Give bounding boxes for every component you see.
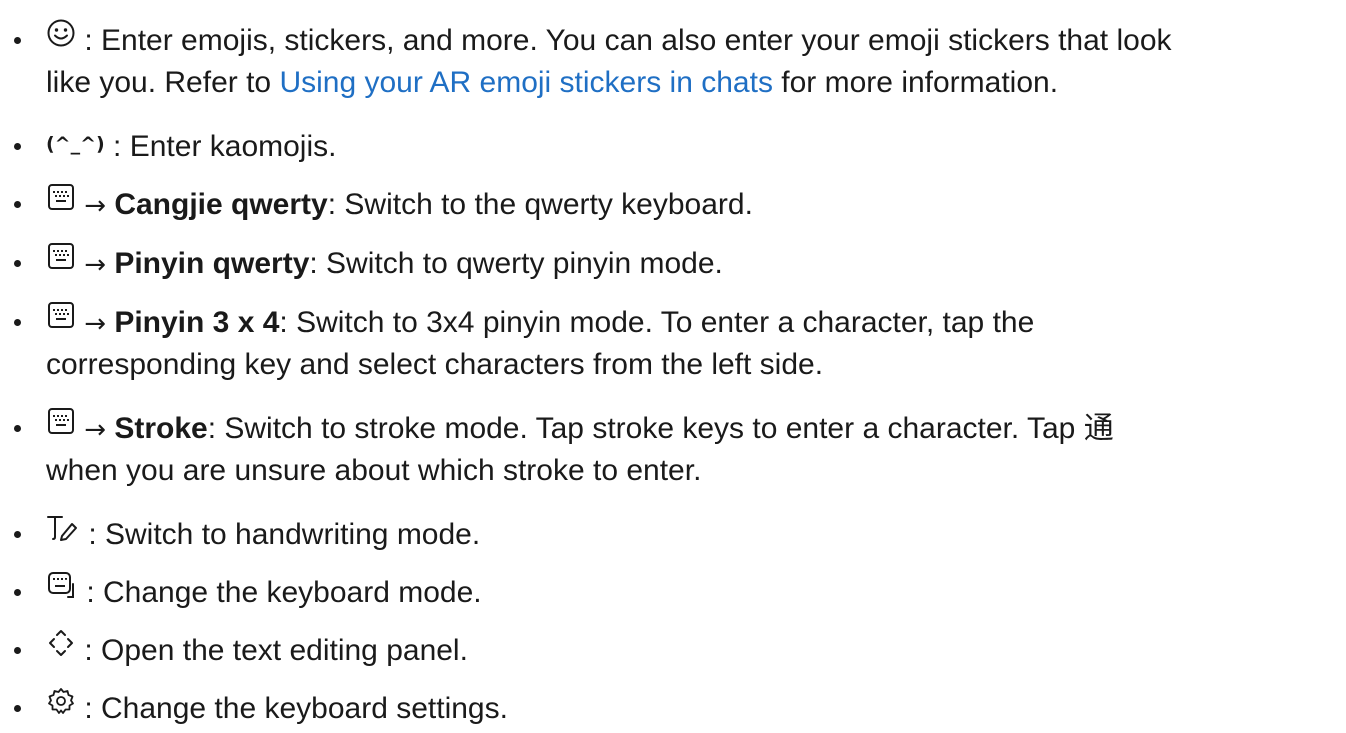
- kaomoji-icon: (^_^): [46, 133, 105, 156]
- item-text: : Switch to qwerty pinyin mode.: [309, 247, 723, 280]
- item-text: : Switch to the qwerty keyboard.: [327, 188, 753, 221]
- menu-option-label: Pinyin qwerty: [114, 247, 310, 280]
- item-line: → Pinyin 3 x 4: Switch to 3x4 pinyin mod…: [46, 300, 1034, 346]
- bullet: [14, 531, 21, 538]
- arrow: →: [76, 250, 115, 280]
- bullet: [14, 201, 21, 208]
- item-line-2: like you. Refer to Using your AR emoji s…: [46, 60, 1058, 106]
- item-text: like you. Refer to: [46, 66, 280, 99]
- item-line-2: when you are unsure about which stroke t…: [46, 448, 701, 494]
- item-text: : Open the text editing panel.: [76, 634, 468, 667]
- item-text: : Enter emojis, stickers, and more. You …: [76, 24, 1172, 57]
- keyboard-icon: [46, 298, 76, 344]
- bullet: [14, 260, 21, 267]
- text-editing-icon: [46, 626, 76, 672]
- arrow: →: [76, 309, 115, 339]
- item-line: : Open the text editing panel.: [46, 628, 468, 674]
- settings-gear-icon: [46, 684, 76, 730]
- bullet: [14, 319, 21, 326]
- item-text: : Change the keyboard settings.: [76, 692, 508, 725]
- item-text: : Switch to handwriting mode.: [80, 518, 481, 551]
- keyboard-icon: [46, 239, 76, 285]
- bullet: [14, 705, 21, 712]
- ar-emoji-stickers-link[interactable]: Using your AR emoji stickers in chats: [279, 66, 773, 99]
- item-text: for more information.: [772, 66, 1059, 99]
- arrow: →: [76, 191, 115, 221]
- item-line: : Switch to handwriting mode.: [46, 512, 480, 558]
- bullet: [14, 589, 21, 596]
- bullet: [14, 37, 21, 44]
- item-text: corresponding key and select characters …: [46, 348, 824, 381]
- arrow: →: [76, 415, 115, 445]
- menu-option-label: Stroke: [114, 412, 208, 445]
- item-text: : Switch to stroke mode. Tap stroke keys…: [207, 412, 1114, 445]
- menu-option-label: Cangjie qwerty: [114, 188, 328, 221]
- item-text: : Enter kaomojis.: [104, 130, 337, 163]
- keyboard-icon: [46, 180, 76, 226]
- item-line: : Change the keyboard mode.: [46, 570, 482, 616]
- item-text: : Switch to 3x4 pinyin mode. To enter a …: [279, 306, 1035, 339]
- smiley-emoji-icon: [46, 16, 76, 62]
- item-text: when you are unsure about which stroke t…: [46, 454, 702, 487]
- bullet: [14, 143, 21, 150]
- bullet: [14, 425, 21, 432]
- item-line: : Enter emojis, stickers, and more. You …: [46, 18, 1172, 64]
- item-line: : Change the keyboard settings.: [46, 686, 508, 732]
- item-line: → Stroke: Switch to stroke mode. Tap str…: [46, 406, 1114, 452]
- keyboard-mode-icon: [46, 568, 78, 614]
- item-line: → Cangjie qwerty: Switch to the qwerty k…: [46, 182, 753, 228]
- bullet: [14, 647, 21, 654]
- keyboard-icon: [46, 404, 76, 450]
- item-line: (^_^) : Enter kaomojis.: [46, 124, 336, 170]
- menu-option-label: Pinyin 3 x 4: [114, 306, 280, 339]
- item-line: → Pinyin qwerty: Switch to qwerty pinyin…: [46, 241, 723, 287]
- item-text: : Change the keyboard mode.: [78, 576, 482, 609]
- handwriting-icon: [46, 510, 80, 556]
- item-line-2: corresponding key and select characters …: [46, 342, 823, 388]
